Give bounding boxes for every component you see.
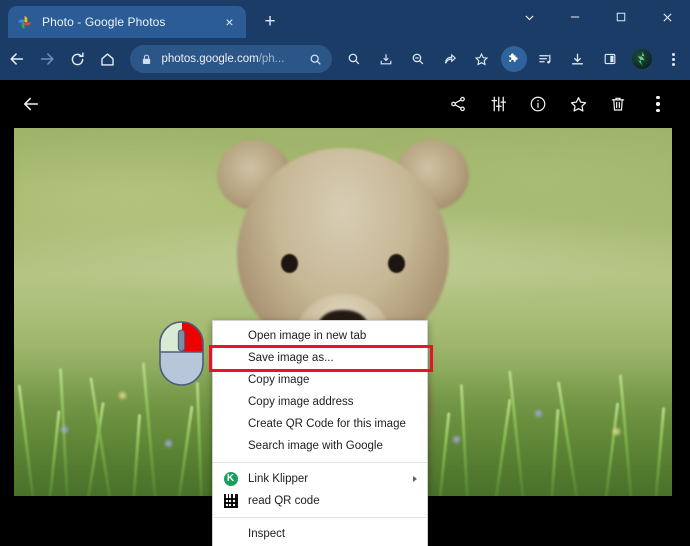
- menu-item-label: Create QR Code for this image: [248, 418, 406, 430]
- link-klipper-icon: K: [222, 471, 239, 488]
- menu-item-label: Link Klipper: [248, 473, 309, 485]
- extensions-puzzle-icon[interactable]: [500, 46, 527, 72]
- window-controls: [506, 0, 690, 34]
- three-dots-vertical: [672, 52, 676, 66]
- menu-item-label: Copy image address: [248, 396, 354, 408]
- submenu-arrow-icon: [413, 476, 417, 482]
- menu-item-label: Save image as...: [248, 352, 334, 364]
- menu-item-create-qr-code[interactable]: Create QR Code for this image: [213, 413, 427, 435]
- share-icon[interactable]: [438, 87, 478, 121]
- side-panel-icon[interactable]: [597, 46, 623, 72]
- url-text: photos.google.com/ph...: [162, 53, 285, 65]
- google-photos-favicon-icon: [16, 14, 33, 31]
- media-playlist-icon[interactable]: [533, 46, 559, 72]
- maximize-button[interactable]: [598, 0, 644, 34]
- bear-eye-right: [388, 254, 405, 273]
- avatar: [631, 49, 652, 69]
- share-page-icon[interactable]: [437, 46, 463, 72]
- chrome-browser-window: Photo - Google Photos × + photos.google.…: [0, 0, 690, 546]
- bear-eye-left: [281, 254, 298, 273]
- browser-toolbar: photos.google.com/ph...: [0, 38, 690, 80]
- new-tab-button[interactable]: +: [258, 9, 282, 33]
- screenshot-root: Photo - Google Photos × + photos.google.…: [0, 0, 690, 546]
- photos-app-header: [0, 80, 690, 128]
- menu-item-save-image-as[interactable]: Save image as...: [213, 347, 427, 369]
- photos-back-button[interactable]: [14, 87, 48, 121]
- qr-code-icon: [222, 493, 239, 510]
- menu-item-link-klipper[interactable]: K Link Klipper: [213, 468, 427, 490]
- zoom-out-icon[interactable]: [405, 46, 431, 72]
- delete-trash-icon[interactable]: [598, 87, 638, 121]
- back-button[interactable]: [5, 44, 30, 74]
- google-photos-page: Open image in new tab Save image as... C…: [0, 80, 690, 546]
- browser-tab-photo[interactable]: Photo - Google Photos ×: [8, 6, 246, 38]
- omnibox-search-icon[interactable]: [309, 53, 322, 66]
- page-search-icon[interactable]: [341, 46, 367, 72]
- bookmark-star-icon[interactable]: [469, 46, 495, 72]
- menu-item-copy-image-address[interactable]: Copy image address: [213, 391, 427, 413]
- menu-item-label: Search image with Google: [248, 440, 383, 452]
- menu-item-open-image-new-tab[interactable]: Open image in new tab: [213, 325, 427, 347]
- menu-item-label: read QR code: [248, 495, 320, 507]
- tab-title: Photo - Google Photos: [42, 15, 166, 29]
- home-button[interactable]: [95, 44, 120, 74]
- info-icon[interactable]: [518, 87, 558, 121]
- lock-icon: [140, 53, 153, 66]
- forward-button[interactable]: [35, 44, 60, 74]
- menu-item-label: Open image in new tab: [248, 330, 367, 342]
- close-button[interactable]: [644, 0, 690, 34]
- tab-search-chevron-down-icon[interactable]: [506, 0, 552, 34]
- menu-item-label: Copy image: [248, 374, 310, 386]
- chrome-menu-icon[interactable]: [661, 46, 687, 72]
- photos-action-bar: [438, 87, 678, 121]
- more-options-icon[interactable]: [638, 87, 678, 121]
- menu-separator: [213, 462, 427, 463]
- edit-sliders-icon[interactable]: [478, 87, 518, 121]
- menu-item-read-qr-code[interactable]: read QR code: [213, 490, 427, 512]
- three-dots-vertical: [656, 95, 660, 113]
- install-app-icon[interactable]: [373, 46, 399, 72]
- url-path: /ph...: [258, 53, 285, 65]
- address-bar[interactable]: photos.google.com/ph...: [129, 45, 332, 73]
- url-domain: photos.google.com: [161, 53, 259, 65]
- image-context-menu: Open image in new tab Save image as... C…: [212, 320, 428, 546]
- downloads-icon[interactable]: [565, 46, 591, 72]
- profile-avatar[interactable]: [629, 46, 655, 72]
- minimize-button[interactable]: [552, 0, 598, 34]
- tab-strip: Photo - Google Photos × +: [0, 0, 690, 38]
- menu-item-copy-image[interactable]: Copy image: [213, 369, 427, 391]
- menu-separator: [213, 517, 427, 518]
- menu-item-label: Inspect: [248, 528, 286, 540]
- toolbar-icon-group: [338, 46, 690, 72]
- menu-item-inspect[interactable]: Inspect: [213, 523, 427, 545]
- favorite-star-icon[interactable]: [558, 87, 598, 121]
- menu-item-search-image-with-google[interactable]: Search image with Google: [213, 435, 427, 457]
- reload-button[interactable]: [65, 44, 90, 74]
- tab-close-icon[interactable]: ×: [221, 14, 238, 31]
- right-click-mouse-icon: [158, 320, 205, 387]
